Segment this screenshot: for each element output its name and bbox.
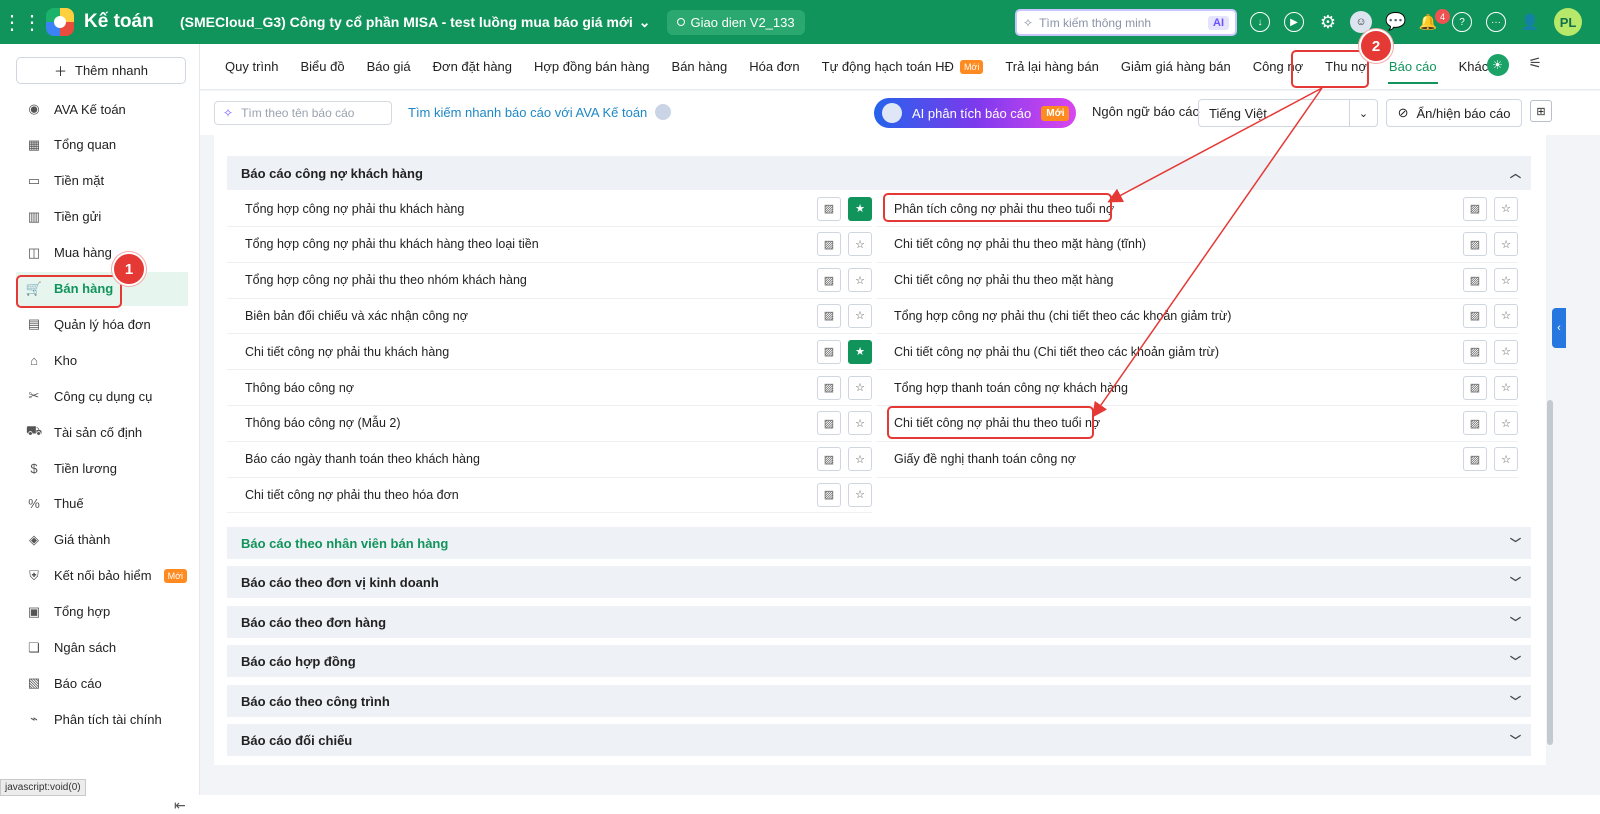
step-marker-1: 1 (112, 252, 146, 286)
collapse-sidebar-icon[interactable]: ⇤ (174, 797, 186, 814)
step-marker-2: 2 (1359, 29, 1393, 63)
annotation-arrows (1092, 87, 1323, 418)
